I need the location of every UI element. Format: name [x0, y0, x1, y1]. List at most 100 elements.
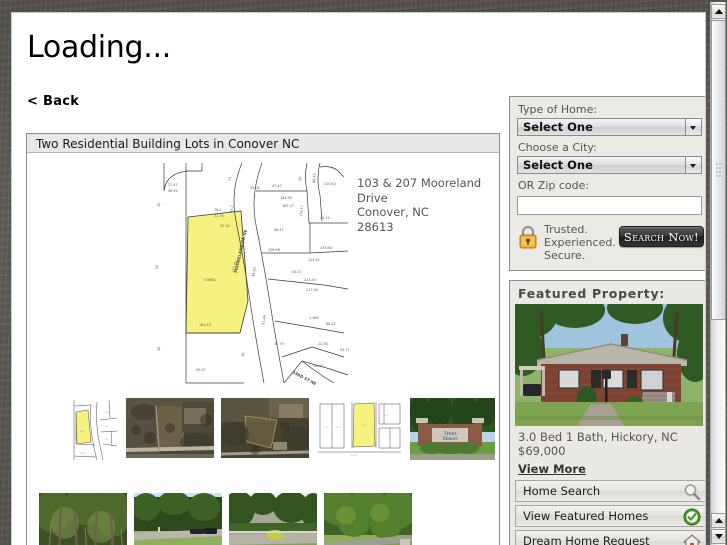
- listing-title: Two Residential Building Lots in Conover…: [27, 134, 499, 153]
- zip-code-input[interactable]: [517, 196, 702, 215]
- trust-text: Trusted. Experienced. Secure.: [544, 223, 616, 262]
- address-line-1: 103 & 207 Mooreland Drive: [357, 176, 482, 205]
- type-of-home-label: Type of Home:: [518, 103, 598, 116]
- thumb-entrance-sign[interactable]: Trent Manor: [410, 398, 495, 460]
- svg-text:0.29: 0.29: [324, 427, 329, 429]
- svg-text:50: 50: [298, 176, 302, 181]
- chevron-down-icon: [685, 118, 702, 136]
- thumb-plat-map-1[interactable]: 27.4 110 167 213 0.68 45.0: [67, 398, 119, 463]
- svg-text:50: 50: [157, 347, 161, 351]
- svg-text:0.6861: 0.6861: [204, 278, 216, 282]
- featured-property-details: 3.0 Bed 1 Bath, Hickory, NC: [518, 430, 678, 444]
- home-search-form: Type of Home: Select One Choose a City: …: [509, 96, 705, 271]
- svg-text:30: 30: [241, 352, 245, 357]
- svg-text:213.43: 213.43: [304, 278, 316, 282]
- trust-line-2: Experienced.: [544, 236, 616, 249]
- svg-text:47.47: 47.47: [272, 184, 282, 188]
- search-now-button[interactable]: Search Now!: [618, 226, 704, 247]
- svg-text:58.93: 58.93: [168, 189, 178, 193]
- featured-property-meta: 3.0 Bed 1 Bath, Hickory, NC $69,000: [515, 426, 705, 458]
- listing-body: 27.47 58.93 76.2 22.75 31.24 47.47 32.04…: [27, 153, 499, 545]
- svg-text:43.57: 43.57: [292, 270, 302, 274]
- thumbnail-row-secondary: [39, 493, 412, 545]
- type-of-home-select[interactable]: Select One: [517, 118, 702, 136]
- address-line-2: Conover, NC: [357, 205, 429, 219]
- magnifier-icon: [683, 483, 701, 501]
- scrollbar-grip: [715, 162, 722, 178]
- plat-survey-map[interactable]: 27.47 58.93 76.2 22.75 31.24 47.47 32.04…: [144, 161, 349, 386]
- scroll-up-arrow[interactable]: [711, 4, 726, 19]
- padlock-icon: [517, 224, 539, 250]
- scrollbar-thumb[interactable]: [711, 20, 726, 320]
- menu-item-view-featured-homes[interactable]: View Featured Homes: [515, 505, 705, 527]
- thumb-plat-map-2[interactable]: 0.29 0.31 0.68 0.22 163.23: [316, 398, 403, 458]
- thumb-aerial-photo-2[interactable]: [221, 398, 309, 458]
- svg-text:0.22: 0.22: [384, 415, 389, 417]
- svg-text:0.68: 0.68: [361, 425, 366, 427]
- browser-page-content: Loading... < Back Two Residential Buildi…: [11, 12, 706, 545]
- svg-text:22.38: 22.38: [318, 342, 328, 346]
- svg-text:88.22: 88.22: [326, 322, 336, 326]
- thumb-roadside-photo[interactable]: [324, 493, 412, 545]
- svg-text:93.77: 93.77: [340, 348, 349, 352]
- trust-line-3: Secure.: [544, 249, 586, 262]
- featured-property-price: $69,000: [518, 444, 566, 458]
- svg-text:76.2: 76.2: [214, 208, 222, 212]
- svg-text:32.79: 32.79: [274, 342, 284, 346]
- trust-line-1: Trusted.: [544, 223, 588, 236]
- svg-text:114.41: 114.41: [308, 258, 320, 262]
- svg-text:48.47: 48.47: [274, 228, 284, 232]
- svg-text:31.24: 31.24: [220, 224, 230, 228]
- choose-city-label: Choose a City:: [518, 141, 597, 154]
- svg-text:110.62: 110.62: [324, 182, 336, 186]
- page-title: Loading...: [27, 30, 171, 65]
- listing-panel: Two Residential Building Lots in Conover…: [26, 133, 500, 545]
- svg-text:126.98: 126.98: [268, 248, 280, 252]
- svg-text:217.40: 217.40: [306, 288, 318, 292]
- check-circle-icon: [683, 508, 701, 526]
- svg-text:Manor: Manor: [442, 436, 458, 442]
- house-icon: [682, 533, 702, 545]
- thumb-street-photo-1[interactable]: [134, 493, 222, 545]
- svg-text:44.74: 44.74: [320, 216, 330, 220]
- svg-text:35: 35: [157, 203, 161, 207]
- page-scrollbar[interactable]: [710, 2, 726, 545]
- svg-text:1.464: 1.464: [309, 316, 319, 320]
- trust-badge-row: Trusted. Experienced. Secure. Search Now…: [517, 223, 704, 262]
- scroll-up-arrow-bottom[interactable]: [711, 513, 726, 528]
- featured-property-box: Featured Property: 3.0 Bed 1 Bath, Hicko…: [509, 280, 705, 545]
- thumb-aerial-photo-1[interactable]: [126, 398, 214, 458]
- type-of-home-value: Select One: [517, 118, 685, 136]
- svg-text:167.07: 167.07: [282, 204, 294, 208]
- featured-property-photo[interactable]: [515, 304, 703, 426]
- svg-text:0.31: 0.31: [336, 427, 341, 429]
- thumb-street-photo-2[interactable]: [229, 493, 317, 545]
- featured-property-title: Featured Property:: [518, 286, 665, 301]
- scroll-down-arrow[interactable]: [711, 529, 726, 544]
- chevron-down-icon: [685, 156, 702, 174]
- menu-item-home-search[interactable]: Home Search: [515, 480, 705, 502]
- svg-text:22.75: 22.75: [214, 214, 224, 218]
- choose-city-value: Select One: [517, 156, 685, 174]
- address-line-3: 28613: [357, 219, 394, 234]
- sidebar: Type of Home: Select One Choose a City: …: [509, 96, 705, 545]
- menu-item-label: Home Search: [523, 484, 601, 498]
- menu-item-dream-home-request[interactable]: Dream Home Request: [515, 530, 705, 545]
- view-more-link[interactable]: View More: [518, 462, 586, 476]
- menu-item-label: View Featured Homes: [523, 509, 649, 523]
- svg-text:163.23: 163.23: [199, 323, 211, 327]
- svg-text:88.42: 88.42: [312, 173, 317, 183]
- thumbnail-row-primary: 27.4 110 167 213 0.68 45.0 0.29 0.31 0.6…: [67, 398, 495, 463]
- thumb-woods-photo-1[interactable]: [39, 493, 127, 545]
- svg-text:45.07: 45.07: [196, 368, 206, 372]
- svg-text:167: 167: [105, 426, 108, 428]
- choose-city-select[interactable]: Select One: [517, 156, 702, 174]
- svg-text:27.47: 27.47: [168, 183, 178, 187]
- svg-text:60.92: 60.92: [314, 364, 324, 368]
- svg-text:184.95: 184.95: [280, 196, 292, 200]
- back-link[interactable]: < Back: [27, 94, 79, 109]
- svg-text:50: 50: [155, 265, 159, 269]
- svg-text:163.23: 163.23: [350, 455, 358, 457]
- svg-text:213: 213: [105, 439, 108, 441]
- svg-text:32.04: 32.04: [250, 186, 260, 190]
